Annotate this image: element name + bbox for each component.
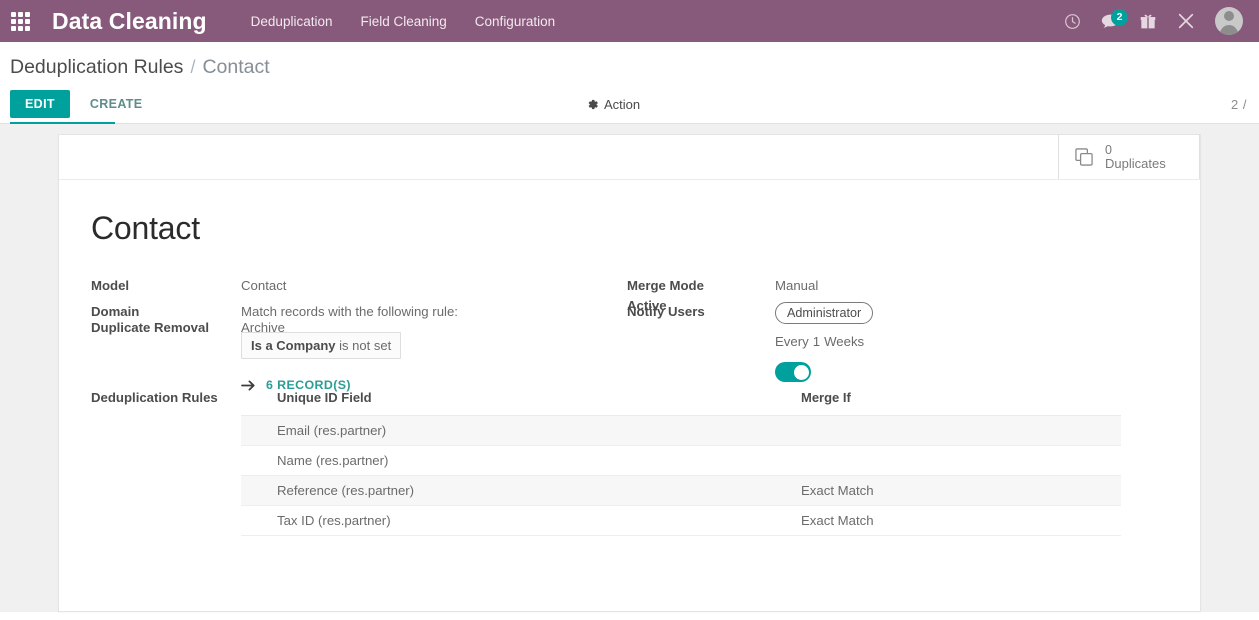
interval-unit: Weeks	[824, 334, 865, 349]
cell-unique-id-field: Name (res.partner)	[241, 445, 801, 476]
create-button[interactable]: CREATE	[78, 90, 155, 118]
breadcrumb-root[interactable]: Deduplication Rules	[10, 56, 183, 79]
table-row[interactable]: Reference (res.partner) Exact Match	[241, 475, 1121, 506]
cell-merge-if	[801, 445, 1121, 476]
duplicate-copy-icon	[1075, 148, 1093, 166]
control-panel: Deduplication Rules / Contact EDIT CREAT…	[0, 42, 1259, 124]
notify-users-tag[interactable]: Administrator	[775, 302, 874, 324]
top-navbar: Data Cleaning Deduplication Field Cleani…	[0, 0, 1259, 42]
record-form-sheet: 0 Duplicates Contact Model Contact Merge…	[58, 134, 1201, 612]
breadcrumb-current: Contact	[202, 56, 270, 78]
cell-merge-if: Exact Match	[801, 475, 1121, 506]
page-title: Contact	[91, 210, 200, 246]
user-avatar[interactable]	[1215, 7, 1243, 35]
menu-item-field-cleaning[interactable]: Field Cleaning	[346, 3, 460, 40]
clock-icon[interactable]	[1055, 0, 1089, 42]
interval-number: 1	[812, 334, 821, 349]
field-value-merge-mode: Manual	[775, 278, 819, 293]
deduplication-rules-section: Deduplication Rules Unique ID Field Merg…	[91, 386, 1168, 536]
cell-unique-id-field: Tax ID (res.partner)	[241, 505, 801, 536]
table-row[interactable]: Name (res.partner)	[241, 445, 1121, 476]
field-value-domain: Match records with the following rule: I…	[241, 299, 627, 392]
deduplication-rules-table: Unique ID Field Merge If Email (res.part…	[241, 386, 1121, 536]
cell-unique-id-field: Reference (res.partner)	[241, 475, 801, 506]
cell-merge-if: Exact Match	[801, 505, 1121, 536]
chat-icon[interactable]: 2	[1093, 0, 1128, 42]
menu-item-deduplication[interactable]: Deduplication	[237, 3, 347, 40]
chat-unread-badge: 2	[1111, 9, 1128, 26]
menu-item-configuration[interactable]: Configuration	[461, 3, 569, 40]
apps-grid-icon	[10, 11, 30, 31]
column-header-unique-id-field[interactable]: Unique ID Field	[241, 386, 801, 416]
content-area: 0 Duplicates Contact Model Contact Merge…	[0, 124, 1259, 612]
stat-value-duplicates: 0	[1105, 142, 1112, 157]
field-label-active: Active	[627, 298, 667, 313]
table-header-row: Unique ID Field Merge If	[241, 386, 1121, 416]
record-pager[interactable]: 2 /	[1231, 97, 1247, 112]
field-label-model: Model	[91, 278, 130, 293]
breadcrumb: Deduplication Rules / Contact	[10, 42, 1249, 85]
field-value-duplicate-removal: Archive	[241, 320, 285, 335]
field-label-duplicate-removal: Duplicate Removal	[91, 320, 209, 335]
breadcrumb-separator: /	[190, 57, 196, 77]
stat-button-duplicates[interactable]: 0 Duplicates	[1058, 135, 1200, 179]
cell-unique-id-field: Email (res.partner)	[241, 415, 801, 446]
table-row[interactable]: Email (res.partner)	[241, 415, 1121, 446]
table-row[interactable]: Tax ID (res.partner) Exact Match	[241, 505, 1121, 536]
form-body: Contact Model Contact Merge Mode Manual …	[59, 180, 1200, 536]
navbar-right-tools: 2	[1055, 0, 1247, 42]
app-brand-title[interactable]: Data Cleaning	[40, 8, 237, 35]
cell-merge-if	[801, 415, 1121, 446]
navbar-menu: Deduplication Field Cleaning Configurati…	[237, 3, 569, 40]
gift-icon[interactable]	[1131, 0, 1165, 42]
action-menu-button[interactable]: Action	[586, 97, 640, 112]
stat-button-bar: 0 Duplicates	[59, 135, 1200, 180]
interval-prefix: Every	[775, 334, 809, 349]
active-toggle[interactable]	[775, 362, 811, 382]
column-header-merge-if[interactable]: Merge If	[801, 386, 1121, 416]
apps-menu-button[interactable]	[0, 0, 40, 42]
field-value-model: Contact	[241, 278, 287, 293]
field-value-notify-users: Administrator Every 1 Weeks	[775, 299, 1168, 387]
edit-button[interactable]: EDIT	[10, 90, 70, 118]
section-label-deduplication-rules: Deduplication Rules	[91, 390, 218, 405]
control-panel-buttons: EDIT CREATE Action 2 /	[10, 85, 1249, 124]
action-label: Action	[604, 96, 641, 112]
gear-icon	[588, 99, 598, 109]
stat-label-duplicates: Duplicates	[1105, 155, 1166, 171]
tools-icon[interactable]	[1169, 0, 1203, 42]
interval-value: Every 1 Weeks	[775, 324, 1168, 351]
